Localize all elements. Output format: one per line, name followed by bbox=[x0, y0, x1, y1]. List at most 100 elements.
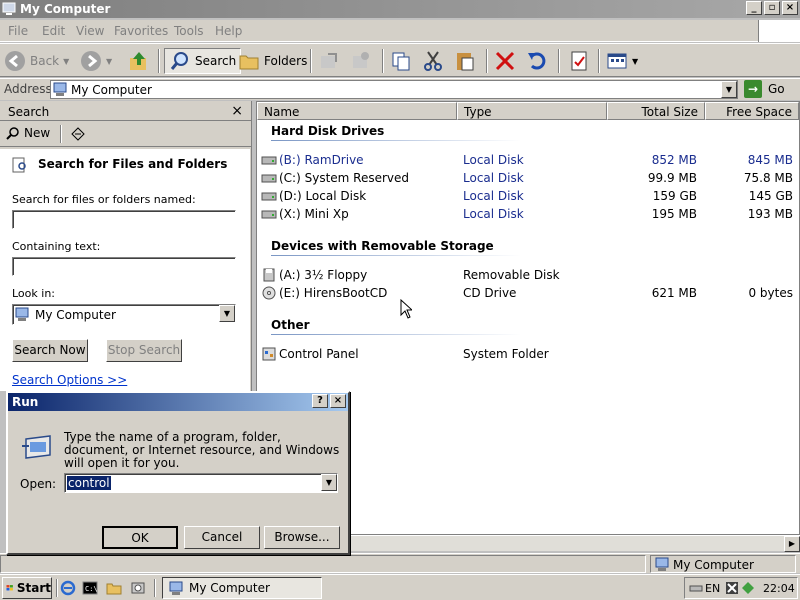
minimize-button[interactable]: _ bbox=[746, 1, 762, 15]
search-pane-title: Search bbox=[8, 105, 50, 119]
move-to-icon bbox=[321, 53, 337, 68]
status-cell-location: My Computer bbox=[650, 555, 796, 573]
paste-icon bbox=[457, 53, 474, 71]
drive-total-size: 159 GB bbox=[652, 189, 697, 203]
column-header-name[interactable]: Name bbox=[257, 102, 457, 120]
drive-row[interactable]: (E:) HirensBootCD CD Drive 621 MB 0 byte… bbox=[257, 284, 797, 302]
toolbar: Back ▼ ▼ Search Folders ▼ bbox=[0, 43, 800, 77]
new-search-button[interactable]: New bbox=[6, 126, 50, 140]
go-label: Go bbox=[768, 82, 785, 96]
address-dropdown-button[interactable]: ▼ bbox=[721, 81, 737, 98]
group-removable-storage: Devices with Removable Storage bbox=[271, 239, 494, 253]
open-combobox[interactable]: control ▼ bbox=[64, 473, 338, 493]
menu-file[interactable]: File bbox=[8, 24, 28, 38]
drive-row[interactable]: (C:) System Reserved Local Disk 99.9 MB … bbox=[257, 169, 797, 187]
delete-button[interactable] bbox=[494, 48, 516, 74]
folder-icon[interactable] bbox=[106, 580, 122, 596]
disk-utility-icon[interactable] bbox=[130, 580, 146, 596]
stop-search-button[interactable]: Stop Search bbox=[106, 339, 182, 362]
search-options-link[interactable]: Search Options >> bbox=[12, 373, 127, 387]
browse-button[interactable]: Browse... bbox=[264, 526, 340, 549]
close-button[interactable]: × bbox=[782, 1, 798, 15]
address-input[interactable]: My Computer ▼ bbox=[50, 80, 738, 99]
up-folder-button[interactable] bbox=[128, 48, 150, 74]
move-to-button[interactable] bbox=[318, 48, 340, 74]
cd-drive-icon bbox=[262, 286, 276, 300]
drive-tray-icon[interactable] bbox=[689, 581, 703, 595]
search-pane-toolbar: New bbox=[0, 121, 251, 147]
help-button[interactable]: ? bbox=[312, 394, 328, 408]
column-header-total-size[interactable]: Total Size bbox=[607, 102, 705, 120]
forward-button[interactable]: ▼ bbox=[80, 48, 112, 74]
views-button[interactable]: ▼ bbox=[606, 48, 638, 74]
drive-row[interactable]: (X:) Mini Xp Local Disk 195 MB 193 MB bbox=[257, 205, 797, 223]
drive-name: (D:) Local Disk bbox=[279, 189, 367, 203]
undo-button[interactable] bbox=[526, 48, 548, 74]
hard-disk-icon bbox=[261, 174, 277, 183]
system-tray: EN 22:04 bbox=[684, 577, 798, 599]
drive-row[interactable]: (A:) 3½ Floppy Removable Disk bbox=[257, 266, 797, 284]
go-button[interactable]: → Go bbox=[744, 80, 785, 98]
drive-type: Removable Disk bbox=[463, 268, 560, 282]
properties-button[interactable] bbox=[568, 48, 590, 74]
drive-type: Local Disk bbox=[463, 171, 524, 185]
search-now-button[interactable]: Search Now bbox=[12, 339, 88, 362]
cut-button[interactable] bbox=[422, 48, 444, 74]
network-tray-icon[interactable] bbox=[741, 581, 755, 595]
search-button[interactable]: Search bbox=[164, 48, 242, 74]
group-divider bbox=[271, 140, 521, 141]
back-button[interactable]: Back ▼ bbox=[4, 48, 69, 74]
start-button[interactable]: Start bbox=[2, 577, 52, 599]
menu-tools[interactable]: Tools bbox=[174, 24, 204, 38]
text-field-label: Containing text: bbox=[12, 240, 101, 253]
menu-edit[interactable]: Edit bbox=[42, 24, 65, 38]
folders-button[interactable]: Folders bbox=[238, 48, 307, 74]
clock[interactable]: 22:04 bbox=[763, 582, 795, 595]
delete-x-icon bbox=[495, 51, 515, 71]
command-prompt-icon[interactable]: C:\ bbox=[82, 580, 98, 596]
ok-button[interactable]: OK bbox=[102, 526, 178, 549]
status-cell-left bbox=[0, 555, 646, 573]
menu-help[interactable]: Help bbox=[215, 24, 242, 38]
drive-name: (B:) RamDrive bbox=[279, 153, 364, 167]
close-pane-icon[interactable]: × bbox=[231, 103, 243, 119]
run-close-button[interactable]: × bbox=[330, 394, 346, 408]
menu-favorites[interactable]: Favorites bbox=[114, 24, 168, 38]
go-arrow-icon: → bbox=[744, 80, 762, 98]
language-indicator[interactable]: EN bbox=[705, 582, 720, 595]
menu-view[interactable]: View bbox=[76, 24, 104, 38]
mouse-pointer-icon bbox=[400, 299, 412, 319]
column-header-free-space[interactable]: Free Space bbox=[705, 102, 799, 120]
item-name: Control Panel bbox=[279, 347, 359, 361]
tray-tool-icon[interactable] bbox=[725, 581, 739, 595]
scroll-right-arrow-icon[interactable]: ▶ bbox=[784, 536, 800, 552]
open-dropdown-button[interactable]: ▼ bbox=[321, 474, 337, 491]
search-companion-icon[interactable] bbox=[70, 126, 86, 142]
group-other: Other bbox=[271, 318, 310, 332]
my-computer-icon bbox=[655, 557, 669, 571]
drive-row[interactable]: (B:) RamDrive Local Disk 852 MB 845 MB bbox=[257, 151, 797, 169]
address-bar: Address My Computer ▼ → Go bbox=[0, 78, 800, 100]
taskbar-task-my-computer[interactable]: My Computer bbox=[162, 577, 322, 599]
item-row[interactable]: Control Panel System Folder bbox=[257, 345, 797, 363]
hard-disk-icon bbox=[261, 210, 277, 219]
paste-button[interactable] bbox=[454, 48, 476, 74]
drive-type: Local Disk bbox=[463, 189, 524, 203]
folders-icon bbox=[239, 55, 259, 70]
drive-free-space: 145 GB bbox=[748, 189, 793, 203]
folders-label: Folders bbox=[264, 54, 308, 68]
name-field-label: Search for files or folders named: bbox=[12, 193, 196, 206]
drive-row[interactable]: (D:) Local Disk Local Disk 159 GB 145 GB bbox=[257, 187, 797, 205]
name-search-input[interactable] bbox=[12, 210, 236, 229]
copy-button[interactable] bbox=[390, 48, 412, 74]
run-dialog-titlebar[interactable]: Run ? × bbox=[8, 393, 348, 411]
column-header-type[interactable]: Type bbox=[457, 102, 607, 120]
lookin-dropdown-button[interactable]: ▼ bbox=[219, 305, 235, 322]
internet-explorer-icon[interactable] bbox=[60, 580, 76, 596]
maximize-button[interactable]: ▫ bbox=[764, 1, 780, 15]
copy-to-button[interactable] bbox=[350, 48, 372, 74]
containing-text-input[interactable] bbox=[12, 257, 236, 276]
window-titlebar[interactable]: My Computer _ ▫ × bbox=[0, 0, 800, 18]
cancel-button[interactable]: Cancel bbox=[184, 526, 260, 549]
lookin-select[interactable]: My Computer ▼ bbox=[12, 304, 236, 325]
